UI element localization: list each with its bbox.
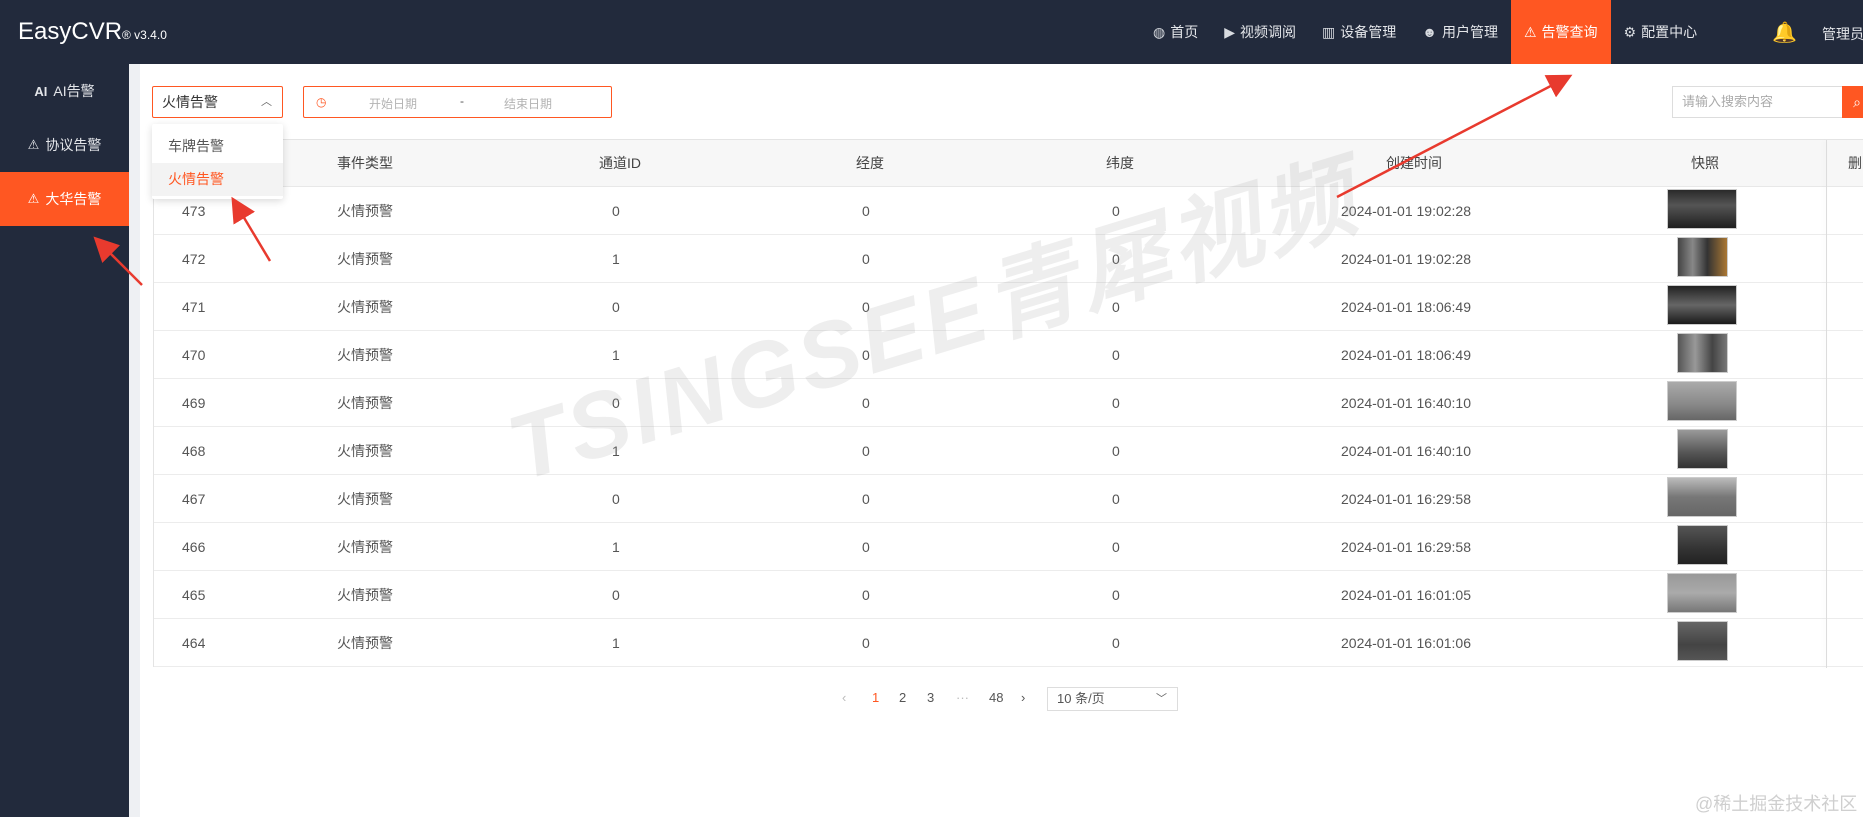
annotation-arrows xyxy=(93,74,1573,286)
arrow-to-dahua-sidebar xyxy=(93,236,143,286)
arrow-to-alarm-nav xyxy=(1336,74,1573,199)
arrow-to-fire-option xyxy=(231,196,272,262)
